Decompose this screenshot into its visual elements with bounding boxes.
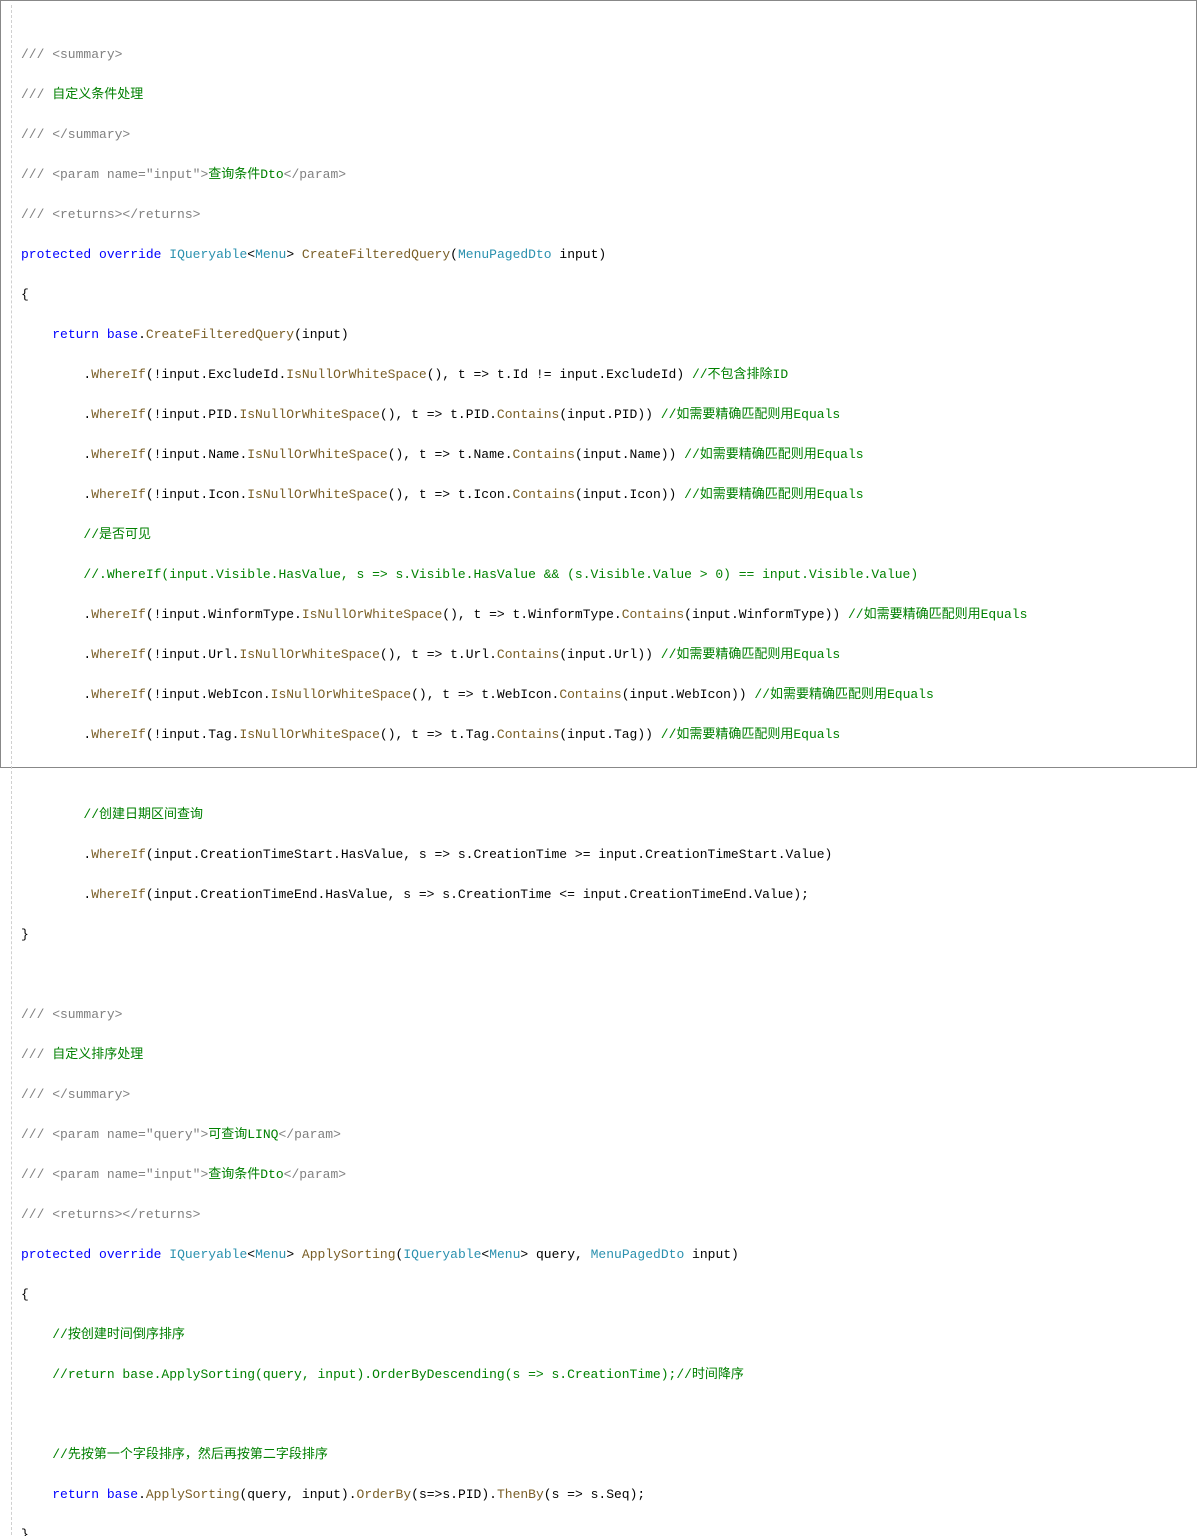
- code-line: [21, 965, 1196, 985]
- code-line: //先按第一个字段排序，然后再按第二字段排序: [21, 1445, 1196, 1465]
- code-line: /// <param name="input">查询条件Dto</param>: [21, 1165, 1196, 1185]
- code-line: {: [21, 285, 1196, 305]
- code-line: /// <returns></returns>: [21, 1205, 1196, 1225]
- code-line: .WhereIf(!input.Url.IsNullOrWhiteSpace()…: [21, 645, 1196, 665]
- code-line: [21, 765, 1196, 785]
- code-line: .WhereIf(!input.Name.IsNullOrWhiteSpace(…: [21, 445, 1196, 465]
- code-line: /// </summary>: [21, 1085, 1196, 1105]
- code-line: //.WhereIf(input.Visible.HasValue, s => …: [21, 565, 1196, 585]
- code-line: [21, 1405, 1196, 1425]
- code-line: .WhereIf(input.CreationTimeStart.HasValu…: [21, 845, 1196, 865]
- code-line: .WhereIf(!input.Tag.IsNullOrWhiteSpace()…: [21, 725, 1196, 745]
- code-line: //是否可见: [21, 525, 1196, 545]
- code-line: /// <param name="input">查询条件Dto</param>: [21, 165, 1196, 185]
- code-line: {: [21, 1285, 1196, 1305]
- code-line: //return base.ApplySorting(query, input)…: [21, 1365, 1196, 1385]
- code-line: }: [21, 1525, 1196, 1536]
- code-line: .WhereIf(!input.ExcludeId.IsNullOrWhiteS…: [21, 365, 1196, 385]
- code-line: //按创建时间倒序排序: [21, 1325, 1196, 1345]
- code-line: protected override IQueryable<Menu> Crea…: [21, 245, 1196, 265]
- code-line: /// </summary>: [21, 125, 1196, 145]
- code-line: /// <returns></returns>: [21, 205, 1196, 225]
- code-line: /// <summary>: [21, 45, 1196, 65]
- code-line: protected override IQueryable<Menu> Appl…: [21, 1245, 1196, 1265]
- code-line: return base.ApplySorting(query, input).O…: [21, 1485, 1196, 1505]
- code-line: /// <summary>: [21, 1005, 1196, 1025]
- code-line: //创建日期区间查询: [21, 805, 1196, 825]
- code-line: /// <param name="query">可查询LINQ</param>: [21, 1125, 1196, 1145]
- code-line: }: [21, 925, 1196, 945]
- code-line: .WhereIf(!input.PID.IsNullOrWhiteSpace()…: [21, 405, 1196, 425]
- code-line: .WhereIf(!input.WebIcon.IsNullOrWhiteSpa…: [21, 685, 1196, 705]
- code-line: return base.CreateFilteredQuery(input): [21, 325, 1196, 345]
- code-editor[interactable]: /// <summary> /// 自定义条件处理 /// </summary>…: [5, 5, 1196, 1536]
- code-line: .WhereIf(!input.Icon.IsNullOrWhiteSpace(…: [21, 485, 1196, 505]
- code-line: /// 自定义条件处理: [21, 85, 1196, 105]
- code-line: .WhereIf(input.CreationTimeEnd.HasValue,…: [21, 885, 1196, 905]
- code-line: .WhereIf(!input.WinformType.IsNullOrWhit…: [21, 605, 1196, 625]
- indent-guide: [11, 5, 12, 1536]
- code-line: /// 自定义排序处理: [21, 1045, 1196, 1065]
